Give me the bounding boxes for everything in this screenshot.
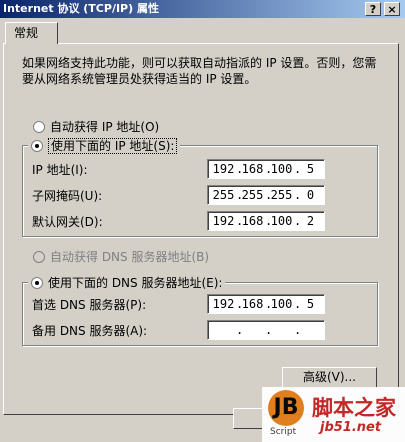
window-title: Internet 协议 (TCP/IP) 属性 xyxy=(3,2,159,15)
auto-dns-option[interactable]: 自动获得 DNS 服务器地址(B) xyxy=(33,249,209,265)
auto-dns-label: 自动获得 DNS 服务器地址(B) xyxy=(50,250,210,264)
manual-dns-label: 使用下面的 DNS 服务器地址(E): xyxy=(48,276,223,290)
watermark-url: jb51.net xyxy=(320,420,382,435)
ok-button-partial[interactable] xyxy=(233,408,263,429)
subnet-mask-field[interactable]: 255. 255. 255. 0 xyxy=(207,185,325,205)
alternate-dns-label: 备用 DNS 服务器(A): xyxy=(32,324,148,338)
octet: 5 xyxy=(306,162,315,176)
watermark-name: 脚本之家 xyxy=(312,396,396,420)
preferred-dns-label: 首选 DNS 服务器(P): xyxy=(32,298,147,312)
jb51-logo-icon: JB xyxy=(268,390,304,426)
octet: 192 xyxy=(212,297,235,311)
octet-dot: . xyxy=(265,323,273,337)
ip-address-label: IP 地址(I): xyxy=(32,163,88,177)
manual-ip-option[interactable]: 使用下面的 IP 地址(S): xyxy=(28,138,181,154)
subnet-mask-label: 子网掩码(U): xyxy=(32,189,103,203)
radio-selected-icon[interactable] xyxy=(31,140,43,152)
radio-icon[interactable] xyxy=(33,251,45,263)
alternate-dns-field[interactable]: ... xyxy=(207,320,325,340)
octet: 100 xyxy=(270,162,293,176)
octet: 0 xyxy=(306,188,315,202)
auto-ip-option[interactable]: 自动获得 IP 地址(O) xyxy=(33,119,159,135)
watermark: JB Script 脚本之家 jb51.net xyxy=(262,387,405,442)
octet: 100 xyxy=(270,214,293,228)
radio-icon[interactable] xyxy=(33,121,45,133)
manual-ip-label: 使用下面的 IP 地址(S): xyxy=(48,138,178,154)
auto-ip-label: 自动获得 IP 地址(O) xyxy=(50,120,160,134)
octet-dot: . xyxy=(236,323,244,337)
title-bar: Internet 协议 (TCP/IP) 属性 xyxy=(0,0,405,18)
advanced-button[interactable]: 高级(V)... xyxy=(282,367,377,388)
close-button[interactable]: × xyxy=(384,2,400,16)
octet: 168 xyxy=(241,162,264,176)
octet: 168 xyxy=(241,214,264,228)
octet: 255 xyxy=(212,188,235,202)
octet: 192 xyxy=(212,214,235,228)
default-gateway-label: 默认网关(D): xyxy=(32,215,103,229)
tab-general[interactable]: 常规 xyxy=(5,22,58,44)
watermark-script: Script xyxy=(270,427,297,437)
help-button[interactable]: ? xyxy=(365,2,381,16)
default-gateway-field[interactable]: 192. 168. 100. 2 xyxy=(207,211,325,231)
octet: 5 xyxy=(306,297,315,311)
octet: 255 xyxy=(241,188,264,202)
octet-dot: . xyxy=(294,323,302,337)
octet: 255 xyxy=(270,188,293,202)
description-text: 如果网络支持此功能，则可以获取自动指派的 IP 设置。否则，您需要从网络系统管理… xyxy=(22,56,377,86)
preferred-dns-field[interactable]: 192. 168. 100. 5 xyxy=(207,294,325,314)
octet: 168 xyxy=(241,297,264,311)
octet: 192 xyxy=(212,162,235,176)
manual-dns-option[interactable]: 使用下面的 DNS 服务器地址(E): xyxy=(28,275,226,291)
radio-selected-icon[interactable] xyxy=(31,277,43,289)
octet: 2 xyxy=(306,214,315,228)
ip-address-field[interactable]: 192. 168. 100. 5 xyxy=(207,159,325,179)
octet: 100 xyxy=(270,297,293,311)
